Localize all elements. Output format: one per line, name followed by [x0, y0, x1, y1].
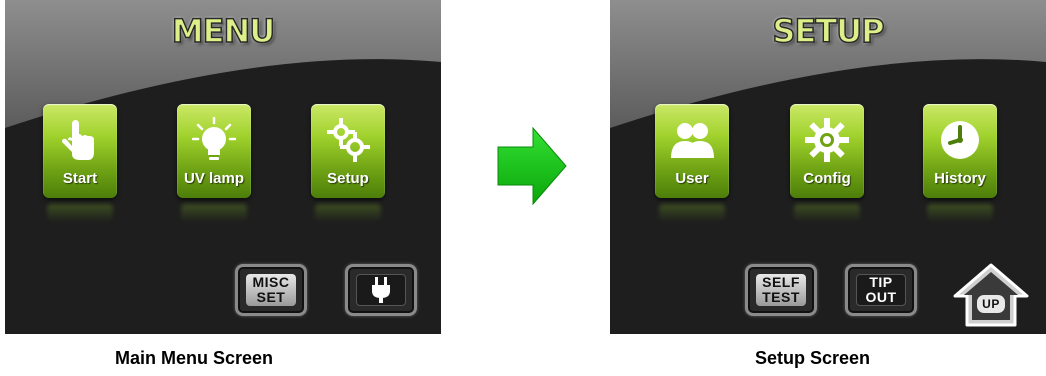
user-label: User — [675, 170, 709, 187]
house-up-icon — [953, 263, 1029, 327]
uv-lamp-label: UV lamp — [183, 170, 244, 187]
right-arrow-icon — [497, 127, 567, 205]
history-label: History — [934, 170, 986, 187]
gear-icon — [790, 116, 864, 164]
hand-pointer-icon — [43, 116, 117, 164]
tip-out-line1: TIP — [869, 274, 893, 290]
users-icon — [655, 116, 729, 164]
config-tile[interactable]: Config — [790, 104, 864, 198]
screen-title: SETUP — [772, 11, 886, 51]
setup-label: Setup — [327, 170, 369, 187]
tip-out-button[interactable]: TIP OUT — [845, 264, 917, 316]
self-test-button[interactable]: SELF TEST — [745, 264, 817, 316]
setup-screen: SETUP User Config History SELF TEST TIP … — [610, 0, 1046, 334]
uv-lamp-tile[interactable]: UV lamp — [177, 104, 251, 198]
tip-out-line2: OUT — [865, 289, 897, 305]
history-tile[interactable]: History — [923, 104, 997, 198]
misc-set-line1: MISC — [252, 274, 290, 290]
up-button[interactable]: UP — [952, 262, 1030, 328]
main-menu-caption: Main Menu Screen — [115, 348, 274, 368]
light-bulb-icon — [177, 116, 251, 164]
self-test-line2: TEST — [762, 289, 800, 305]
up-label: UP — [982, 297, 1000, 311]
setup-screen-caption: Setup Screen — [755, 348, 871, 368]
main-menu-screen: MENU Start UV lamp Setup MISC SET — [5, 0, 441, 334]
user-tile[interactable]: User — [655, 104, 729, 198]
config-label: Config — [803, 170, 851, 187]
start-label: Start — [62, 170, 98, 187]
setup-tile[interactable]: Setup — [311, 104, 385, 198]
clock-icon — [923, 116, 997, 164]
gears-icon — [311, 116, 385, 164]
misc-set-line2: SET — [256, 289, 286, 305]
screen-title: MENU — [171, 11, 276, 51]
power-button[interactable] — [345, 264, 417, 316]
start-tile[interactable]: Start — [43, 104, 117, 198]
self-test-line1: SELF — [762, 274, 800, 290]
misc-set-button[interactable]: MISC SET — [235, 264, 307, 316]
plug-icon — [372, 277, 390, 303]
